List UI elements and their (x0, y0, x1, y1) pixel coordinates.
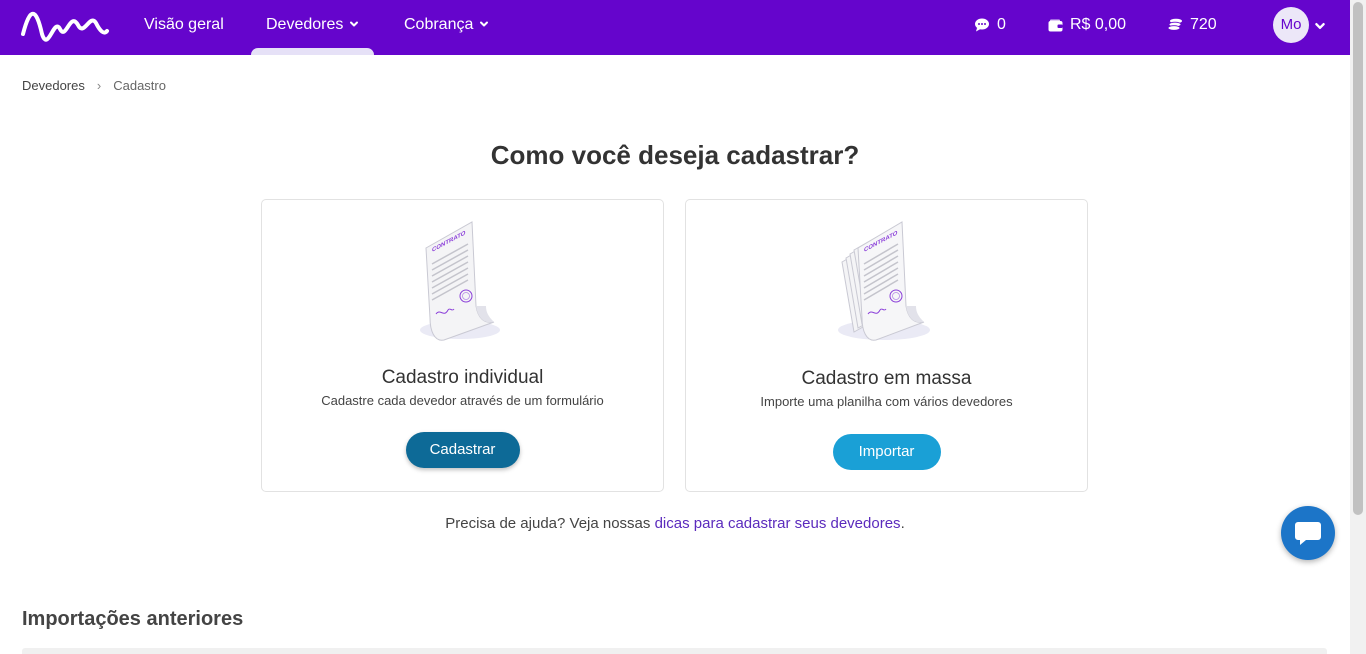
contract-stack-icon: CONTRATO (837, 221, 930, 341)
help-text: Precisa de ajuda? Veja nossas dicas para… (0, 515, 1350, 532)
chevron-down-icon (350, 21, 359, 27)
help-tips-link[interactable]: dicas para cadastrar seus devedores (655, 515, 901, 532)
top-navbar: Visão geral Devedores Cobrança 0 R$ 0,00… (0, 0, 1350, 55)
scrollbar-thumb[interactable] (1353, 2, 1363, 515)
nav-item-visao-geral[interactable]: Visão geral (144, 0, 224, 55)
wallet-balance[interactable]: R$ 0,00 (1048, 0, 1126, 50)
page-scrollbar[interactable] (1350, 0, 1366, 654)
previous-imports-title: Importações anteriores (22, 608, 244, 630)
chevron-right-icon: › (96, 78, 102, 93)
breadcrumb-current: Cadastro (113, 78, 166, 93)
card-mass-registration: CONTRATO Cadastro em massa Importe uma p… (685, 199, 1088, 492)
chevron-down-icon (480, 21, 489, 27)
import-button[interactable]: Importar (832, 434, 941, 470)
nav-item-label: Visão geral (144, 16, 224, 33)
chat-support-button[interactable] (1281, 506, 1335, 560)
card-title: Cadastro em massa (801, 368, 972, 389)
help-suffix: . (900, 515, 905, 532)
chat-bubble-icon (1295, 522, 1321, 545)
credits-value: 720 (1190, 16, 1217, 33)
nav-item-devedores[interactable]: Devedores (250, 0, 375, 55)
register-button[interactable]: Cadastrar (405, 432, 520, 468)
wallet-icon (1048, 19, 1063, 31)
card-description: Cadastre cada devedor através de um form… (321, 393, 604, 408)
breadcrumb: Devedores › Cadastro (22, 78, 166, 93)
nav-item-label: Devedores (266, 16, 344, 33)
avatar[interactable]: Mo (1273, 7, 1309, 43)
card-individual-registration: CONTRATO Cadastro individual Cadastre ca… (261, 199, 664, 492)
card-description: Importe uma planilha com vários devedore… (760, 394, 1013, 409)
contract-document-icon: CONTRATO (419, 221, 500, 341)
nav-item-label: Cobrança (404, 16, 474, 33)
logo-wave-icon[interactable] (20, 9, 110, 43)
help-prefix: Precisa de ajuda? Veja nossas (445, 515, 655, 532)
coins-icon (1167, 18, 1182, 31)
chat-bubble-icon (975, 18, 989, 32)
card-title: Cadastro individual (381, 367, 544, 388)
credits-counter[interactable]: 720 (1167, 0, 1217, 50)
messages-counter[interactable]: 0 (974, 0, 1006, 50)
nav-item-cobranca[interactable]: Cobrança (404, 0, 489, 55)
page-title: Como você deseja cadastrar? (490, 140, 860, 170)
previous-imports-table-header (22, 648, 1327, 654)
messages-count: 0 (997, 16, 1006, 33)
breadcrumb-link-devedores[interactable]: Devedores (22, 78, 85, 93)
chevron-down-icon[interactable] (1314, 20, 1326, 32)
balance-value: R$ 0,00 (1070, 16, 1127, 33)
